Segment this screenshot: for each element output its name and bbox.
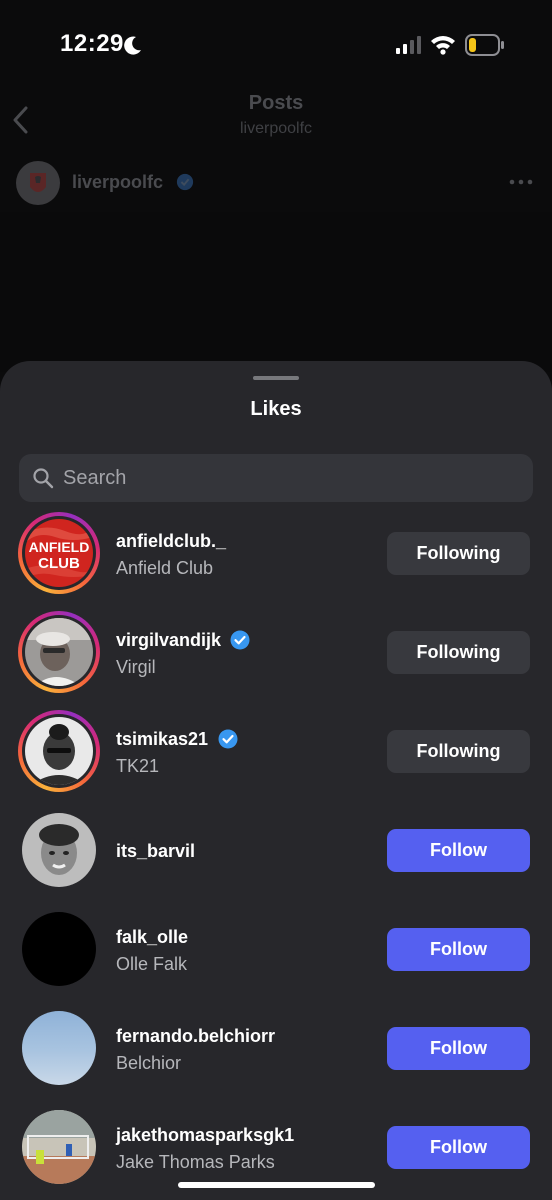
post-image[interactable]	[0, 212, 552, 372]
list-item[interactable]: fernando.belchiorr Belchior Follow	[0, 997, 552, 1096]
cellular-signal-icon	[396, 36, 421, 54]
profile-photo	[22, 813, 96, 887]
avatar[interactable]	[18, 1106, 100, 1188]
search-icon	[33, 468, 54, 489]
likes-sheet: Likes Search ANFIELD CLUB anfieldclub._ …	[0, 361, 552, 1200]
page-subtitle: liverpoolfc	[239, 120, 313, 137]
svg-text:CLUB: CLUB	[38, 555, 80, 572]
liverbird-crest-icon	[30, 173, 46, 192]
wifi-icon	[431, 36, 455, 55]
username: virgilvandijk	[116, 630, 222, 650]
following-button[interactable]: Following	[387, 532, 530, 575]
posts-header: Posts liverpoolfc	[0, 90, 552, 150]
follow-button[interactable]: Follow	[387, 1027, 530, 1070]
likes-list: ANFIELD CLUB anfieldclub._ Anfield Club …	[0, 502, 552, 1195]
follow-button[interactable]: Follow	[387, 1126, 530, 1169]
avatar[interactable]	[18, 1007, 100, 1089]
anfield-club-logo: ANFIELD CLUB	[25, 519, 93, 587]
avatar[interactable]: ANFIELD CLUB	[18, 512, 100, 594]
list-item[interactable]: jakethomasparksgk1 Jake Thomas Parks Fol…	[0, 1096, 552, 1195]
username: tsimikas21	[116, 729, 209, 749]
battery-low-icon	[465, 34, 504, 56]
username: its_barvil	[116, 841, 196, 861]
home-indicator[interactable]	[178, 1182, 375, 1188]
page-title: Posts	[248, 92, 304, 114]
profile-photo	[25, 717, 93, 785]
username: falk_olle	[116, 927, 189, 947]
status-time: 12:29	[60, 30, 124, 57]
username: jakethomasparksgk1	[116, 1125, 295, 1145]
avatar[interactable]	[18, 710, 100, 792]
profile-photo	[22, 912, 96, 986]
full-name: Belchior	[116, 1053, 182, 1073]
list-item[interactable]: ANFIELD CLUB anfieldclub._ Anfield Club …	[0, 502, 552, 601]
full-name: Olle Falk	[116, 954, 188, 974]
list-item[interactable]: tsimikas21 TK21 Following	[0, 700, 552, 799]
follow-button[interactable]: Follow	[387, 829, 530, 872]
post-author-row: liverpoolfc	[0, 158, 552, 208]
full-name: Anfield Club	[116, 558, 214, 578]
avatar[interactable]	[18, 908, 100, 990]
avatar[interactable]	[18, 611, 100, 693]
more-options-icon[interactable]	[508, 178, 534, 186]
profile-photo	[22, 1110, 96, 1184]
follow-button[interactable]: Follow	[387, 928, 530, 971]
verified-badge-icon	[218, 729, 238, 749]
sheet-grabber[interactable]	[253, 376, 299, 380]
search-input[interactable]: Search	[19, 454, 533, 502]
sheet-title: Likes	[250, 398, 302, 420]
following-button[interactable]: Following	[387, 631, 530, 674]
verified-badge-icon	[176, 173, 194, 191]
profile-photo	[25, 618, 93, 686]
search-placeholder: Search	[63, 467, 127, 489]
full-name: Virgil	[116, 657, 156, 677]
username: anfieldclub._	[116, 531, 227, 551]
verified-badge-icon	[230, 630, 250, 650]
list-item[interactable]: falk_olle Olle Falk Follow	[0, 898, 552, 997]
avatar[interactable]	[18, 809, 100, 891]
status-bar: 12:29	[0, 0, 552, 90]
moon-icon	[124, 36, 141, 55]
list-item[interactable]: its_barvil Follow	[0, 799, 552, 898]
profile-photo	[22, 1011, 96, 1085]
username: fernando.belchiorr	[116, 1026, 276, 1046]
post-author-username[interactable]: liverpoolfc	[72, 172, 163, 193]
svg-text:ANFIELD: ANFIELD	[29, 539, 90, 555]
full-name: Jake Thomas Parks	[116, 1152, 275, 1172]
list-item[interactable]: virgilvandijk Virgil Following	[0, 601, 552, 700]
following-button[interactable]: Following	[387, 730, 530, 773]
post-author-avatar[interactable]	[16, 161, 60, 205]
full-name: TK21	[116, 756, 160, 776]
